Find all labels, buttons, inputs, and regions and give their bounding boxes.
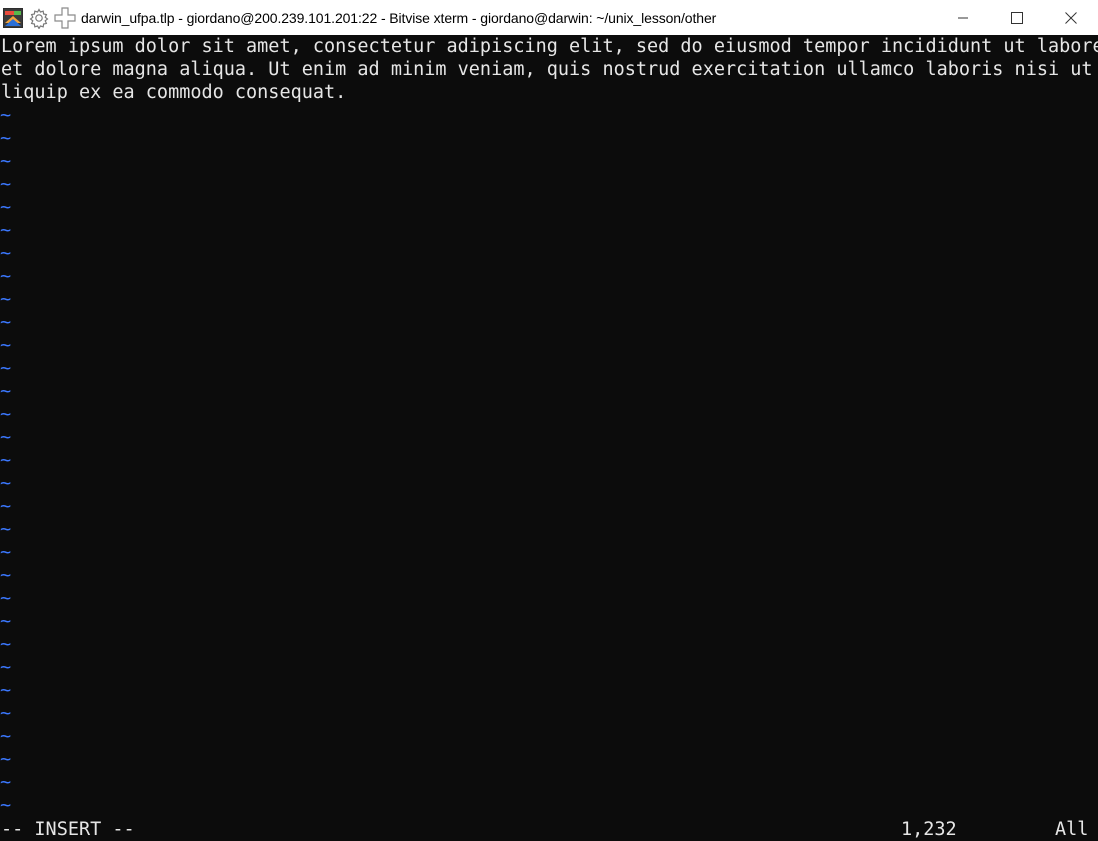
text-line-2: et dolore magna aliqua. Ut enim ad minim…: [1, 59, 1098, 80]
close-button[interactable]: [1044, 0, 1098, 35]
empty-line-tilde: ~: [0, 450, 12, 471]
close-icon: [1065, 11, 1077, 24]
cursor-position: 1,232: [901, 819, 957, 840]
empty-line-tilde: ~: [0, 726, 12, 747]
empty-line-tilde: ~: [0, 151, 12, 172]
title-bar[interactable]: darwin_ufpa.tlp - giordano@200.239.101.2…: [0, 0, 1098, 35]
empty-line-tilde: ~: [0, 197, 12, 218]
empty-line-tilde: ~: [0, 381, 12, 402]
scroll-indicator: All: [1055, 819, 1089, 840]
mode-indicator: -- INSERT --: [1, 819, 135, 840]
text-line-3: liquip ex ea commodo consequat.: [1, 82, 347, 103]
window-title: darwin_ufpa.tlp - giordano@200.239.101.2…: [81, 9, 717, 26]
minimize-icon: [958, 17, 968, 18]
plus-icon[interactable]: [53, 6, 77, 30]
empty-line-tilde: ~: [0, 266, 12, 287]
maximize-button[interactable]: [990, 0, 1044, 35]
empty-line-tilde: ~: [0, 243, 12, 264]
empty-line-tilde: ~: [0, 703, 12, 724]
empty-line-tilde: ~: [0, 680, 12, 701]
empty-line-tilde: ~: [0, 427, 12, 448]
empty-line-tilde: ~: [0, 105, 12, 126]
terminal-area[interactable]: Lorem ipsum dolor sit amet, consectetur …: [0, 35, 1098, 841]
empty-line-tilde: ~: [0, 496, 12, 517]
empty-line-tilde: ~: [0, 404, 12, 425]
empty-line-tilde: ~: [0, 312, 12, 333]
empty-line-tilde: ~: [0, 795, 12, 816]
window-controls: [936, 0, 1098, 35]
empty-line-tilde: ~: [0, 358, 12, 379]
empty-line-tilde: ~: [0, 220, 12, 241]
minimize-button[interactable]: [936, 0, 990, 35]
text-line-1: Lorem ipsum dolor sit amet, consectetur …: [1, 36, 1098, 57]
empty-line-tilde: ~: [0, 749, 12, 770]
empty-line-tilde: ~: [0, 335, 12, 356]
empty-line-tilde: ~: [0, 588, 12, 609]
gear-icon[interactable]: [27, 6, 51, 30]
empty-line-tilde: ~: [0, 519, 12, 540]
empty-line-tilde: ~: [0, 128, 12, 149]
terminal-window: darwin_ufpa.tlp - giordano@200.239.101.2…: [0, 0, 1098, 841]
bitvise-app-icon[interactable]: [1, 6, 25, 30]
empty-line-tilde: ~: [0, 289, 12, 310]
empty-line-tilde: ~: [0, 565, 12, 586]
empty-line-tilde: ~: [0, 634, 12, 655]
empty-line-tilde: ~: [0, 657, 12, 678]
empty-line-tilde: ~: [0, 611, 12, 632]
empty-line-tilde: ~: [0, 772, 12, 793]
empty-line-tilde: ~: [0, 174, 12, 195]
empty-line-tilde: ~: [0, 542, 12, 563]
maximize-icon: [1011, 11, 1023, 24]
empty-line-tilde: ~: [0, 473, 12, 494]
